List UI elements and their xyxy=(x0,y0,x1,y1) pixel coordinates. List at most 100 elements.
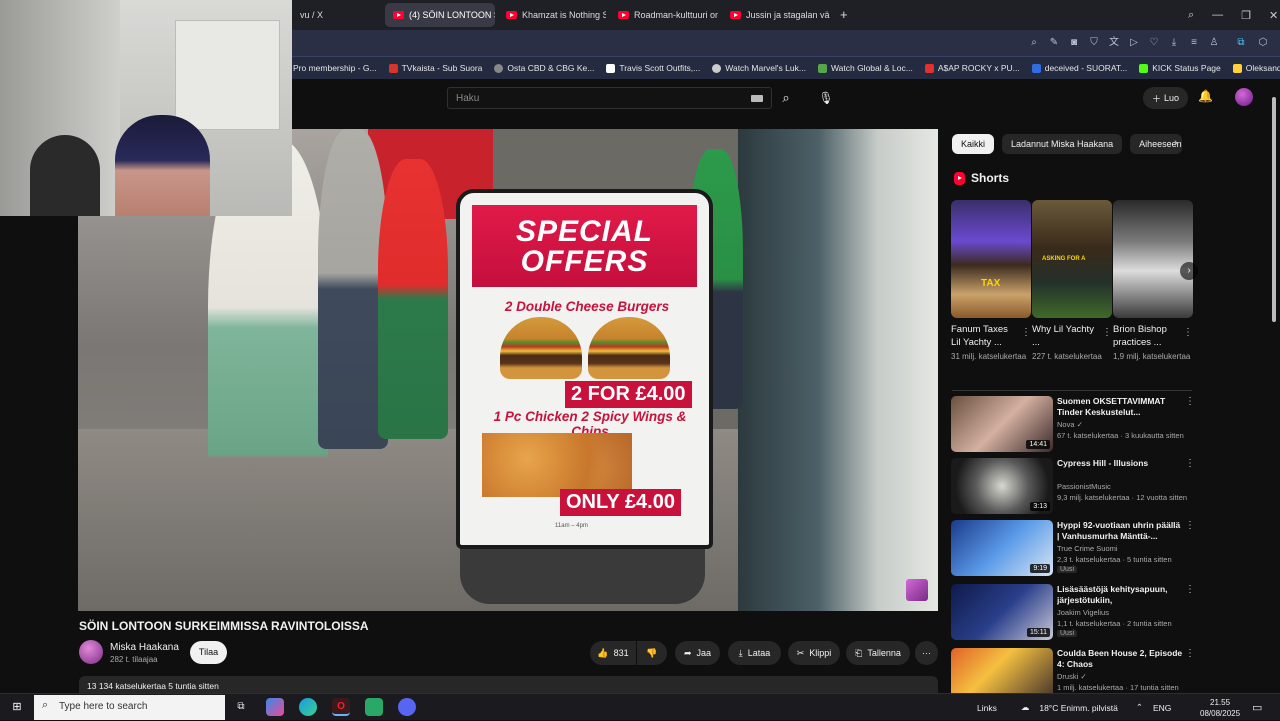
chevron-right-icon[interactable]: › xyxy=(1174,137,1178,149)
video-thumbnail: 15:11 xyxy=(951,584,1053,640)
avatar[interactable] xyxy=(1235,88,1253,106)
new-tab-button[interactable]: + xyxy=(840,7,848,22)
play-icon[interactable]: ▷ xyxy=(1127,36,1141,50)
search-button[interactable]: ⌕ xyxy=(772,87,800,109)
discord-icon[interactable] xyxy=(398,698,416,716)
special-offers-sign: SPECIAL OFFERS 2 Double Cheese Burgers 2… xyxy=(456,189,713,609)
tab-youtube-2[interactable]: Khamzat is Nothing Speci xyxy=(498,3,606,27)
share-button[interactable]: ➦ Jaa xyxy=(675,641,720,665)
taskbar-search-input[interactable]: ⌕ Type here to search xyxy=(34,695,225,720)
channel-name[interactable]: True Crime Suomi xyxy=(1057,544,1118,553)
language[interactable]: ENG xyxy=(1153,703,1171,713)
app-icon[interactable] xyxy=(365,698,383,716)
bookmark-item[interactable]: Watch Global & Loc... xyxy=(812,63,919,73)
recommended-video[interactable]: 15:11 Lisäsäästöjä kehitysapuun, järjest… xyxy=(951,584,1195,642)
more-vert-icon[interactable]: ⋮ xyxy=(1183,327,1193,338)
recommended-video[interactable]: 3:13 Cypress Hill - Illusions Passionist… xyxy=(951,458,1195,516)
short-item[interactable]: ASKING FOR A Why Lil Yachty ... 227 t. k… xyxy=(1032,200,1112,363)
chip-uploader[interactable]: Ladannut Miska Haakana xyxy=(1002,134,1123,154)
edit-icon[interactable]: ✎ xyxy=(1047,36,1061,50)
page-scrollbar[interactable] xyxy=(1271,87,1277,692)
more-vert-icon[interactable]: ⋮ xyxy=(1185,396,1195,407)
weather-text[interactable]: 18°C Enimm. pilvistä xyxy=(1039,703,1118,713)
more-vert-icon[interactable]: ⋮ xyxy=(1021,327,1031,338)
bookmark-item[interactable]: Oleksandr Usyk vs D... xyxy=(1227,63,1280,73)
microphone-button[interactable]: 🎙 xyxy=(815,87,837,109)
maximize-icon[interactable]: ❐ xyxy=(1241,9,1251,22)
bookmark-item[interactable]: Watch Marvel's Luk... xyxy=(706,63,812,73)
recommended-video[interactable]: 14:41 Suomen OKSETTAVIMMAT Tinder Keskus… xyxy=(951,396,1195,454)
shield-icon[interactable]: ⛉ xyxy=(1087,36,1101,50)
channel-watermark[interactable] xyxy=(906,579,928,601)
opera-icon[interactable]: O xyxy=(332,698,350,716)
channel-name[interactable]: Nova ✓ xyxy=(1057,420,1083,429)
bookmark-item[interactable]: TVkaista - Sub Suora xyxy=(383,63,489,73)
share-label: Jaa xyxy=(696,648,712,658)
search-tabs-icon[interactable]: ⌕ xyxy=(1188,9,1194,22)
duration-badge: 15:11 xyxy=(1027,628,1050,637)
more-vert-icon[interactable]: ⋮ xyxy=(1185,648,1191,659)
heart-icon[interactable]: ♡ xyxy=(1147,36,1161,50)
short-item[interactable]: Brion Bishop practices ... 1,9 milj. kat… xyxy=(1113,200,1193,363)
zoom-icon[interactable]: ⌕ xyxy=(1027,36,1041,50)
edge-icon[interactable] xyxy=(299,698,317,716)
tab-label: (4) SÖIN LONTOON SURK xyxy=(409,10,495,20)
settings-icon[interactable]: ⬡ xyxy=(1256,36,1270,50)
more-vert-icon[interactable]: ⋮ xyxy=(1102,327,1112,338)
bell-icon[interactable]: 🔔 xyxy=(1198,89,1213,103)
bookmark-item[interactable]: KICK Status Page xyxy=(1133,63,1227,73)
like-button[interactable]: 👍 831 xyxy=(590,641,636,665)
notification-icon[interactable]: ▭ xyxy=(1252,694,1262,721)
dislike-button[interactable]: 👎 xyxy=(637,641,667,665)
keyboard-icon[interactable] xyxy=(751,95,763,102)
bookmark-item[interactable]: Osta CBD & CBG Ke... xyxy=(488,63,600,73)
close-icon[interactable]: ✕ xyxy=(1269,9,1278,22)
create-button[interactable]: ＋ Luo xyxy=(1143,87,1188,109)
channel-name[interactable]: Druski ✓ xyxy=(1057,672,1087,681)
extension-icon[interactable]: ⧉ xyxy=(1234,36,1248,50)
more-vert-icon[interactable]: ⋮ xyxy=(1185,584,1195,595)
links-label[interactable]: Links xyxy=(977,703,997,713)
tab-x[interactable]: vu / X xyxy=(292,3,372,27)
bookmark-item[interactable]: A$AP ROCKY x PU... xyxy=(919,63,1026,73)
tab-youtube-4[interactable]: Jussin ja stagalan välinen xyxy=(722,3,830,27)
copilot-icon[interactable] xyxy=(266,698,284,716)
tab-youtube-3[interactable]: Roadman-kulttuuri on ran xyxy=(610,3,718,27)
clock[interactable]: 21.55 08/08/2025 xyxy=(1200,694,1240,721)
more-vert-icon[interactable]: ⋮ xyxy=(1185,520,1195,531)
task-view-icon[interactable]: ⧉ xyxy=(232,698,250,716)
download-icon[interactable]: ⤓ xyxy=(1167,36,1181,50)
channel-name[interactable]: PassionistMusic xyxy=(1057,482,1111,491)
chevron-up-icon[interactable]: ⌃ xyxy=(1136,702,1143,713)
more-vert-icon[interactable]: ⋮ xyxy=(1185,458,1195,469)
short-item[interactable]: TAX Fanum Taxes Lil Yachty ... 31 milj. … xyxy=(951,200,1031,363)
shorts-next-button[interactable]: › xyxy=(1180,262,1198,280)
subscribe-button[interactable]: Tilaa xyxy=(190,641,227,664)
menu-icon[interactable]: ≡ xyxy=(1187,36,1201,50)
search-input[interactable]: Haku xyxy=(447,87,772,109)
video-meta: 1 milj. katselukertaa · 17 tuntia sitten xyxy=(1057,683,1179,692)
channel-name[interactable]: Joakim Vigelius xyxy=(1057,608,1109,617)
more-actions-button[interactable]: ··· xyxy=(915,641,938,665)
translate-icon[interactable]: 文 xyxy=(1107,36,1121,50)
clip-button[interactable]: ✂ Klippi xyxy=(788,641,840,665)
download-button[interactable]: ⤓ Lataa xyxy=(728,641,781,665)
channel-avatar[interactable] xyxy=(79,640,103,664)
bookmark-item[interactable]: Pro membership - G... xyxy=(287,63,383,73)
bookmark-label: KICK Status Page xyxy=(1152,63,1221,73)
bookmark-item[interactable]: deceived - SUORAT... xyxy=(1026,63,1134,73)
recommended-video[interactable]: Coulda Been House 2, Episode 4: Chaos Dr… xyxy=(951,648,1191,693)
camera-icon[interactable]: ◙ xyxy=(1067,36,1081,50)
minimize-icon[interactable]: — xyxy=(1212,9,1223,21)
channel-name[interactable]: Miska Haakana xyxy=(110,642,179,653)
account-icon[interactable]: ♙ xyxy=(1207,36,1221,50)
recommended-video[interactable]: 9:19 Hyppi 92-vuotiaan uhrin päällä | Va… xyxy=(951,520,1195,578)
like-count: 831 xyxy=(613,648,629,658)
chip-all[interactable]: Kaikki xyxy=(952,134,995,154)
bookmark-item[interactable]: Travis Scott Outfits,... xyxy=(600,63,706,73)
save-button[interactable]: ⎗ Tallenna xyxy=(846,641,910,665)
video-thumbnail: 14:41 xyxy=(951,396,1053,452)
windows-start-icon[interactable]: ⊞ xyxy=(10,700,24,714)
tab-youtube-current[interactable]: (4) SÖIN LONTOON SURK xyxy=(385,3,495,27)
scrollbar-thumb[interactable] xyxy=(1272,97,1276,322)
